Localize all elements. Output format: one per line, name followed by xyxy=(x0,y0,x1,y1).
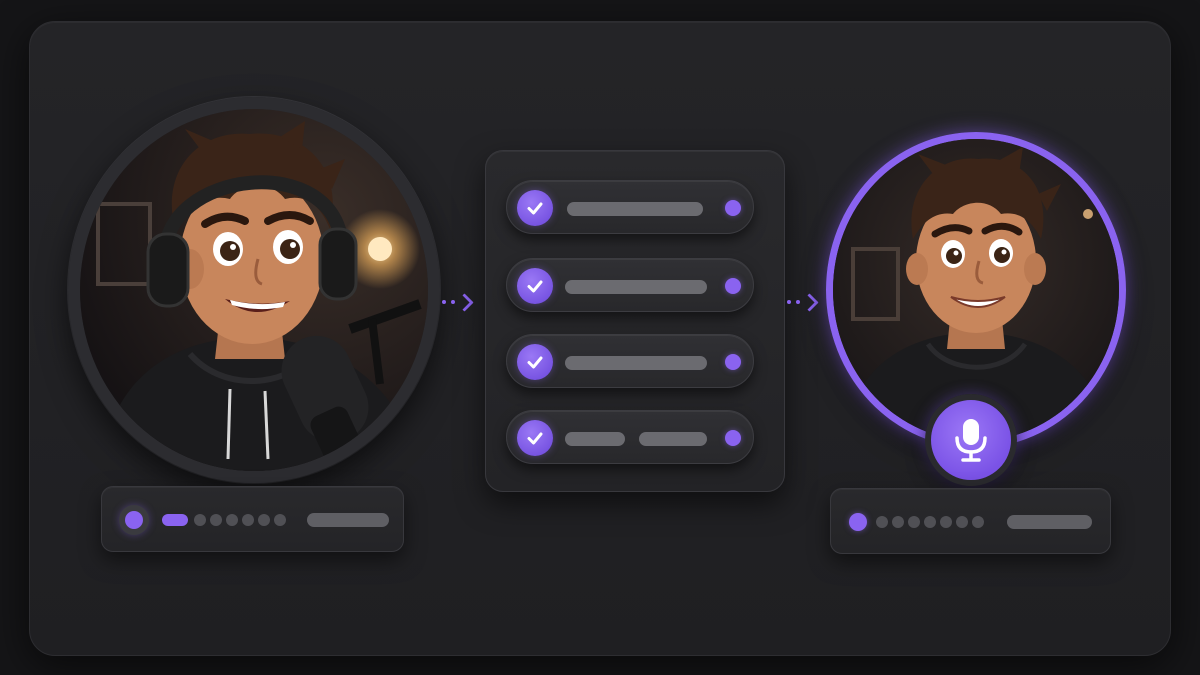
status-dot xyxy=(725,430,741,446)
progress-step xyxy=(242,514,254,526)
status-dot xyxy=(725,354,741,370)
item-text-placeholder xyxy=(565,280,707,294)
item-text-placeholder xyxy=(565,432,625,446)
progress-step xyxy=(274,514,286,526)
checkmark-icon xyxy=(517,344,553,380)
microphone-icon xyxy=(955,419,987,462)
status-label-placeholder xyxy=(1007,515,1092,529)
status-indicator xyxy=(849,513,867,531)
podcaster-illustration xyxy=(80,109,428,471)
progress-step xyxy=(940,516,952,528)
status-label-placeholder xyxy=(307,513,389,527)
arrow-right-icon xyxy=(442,292,474,312)
arrow-right-icon xyxy=(787,292,819,312)
source-status-card xyxy=(101,486,404,552)
progress-step xyxy=(908,516,920,528)
checklist-item[interactable] xyxy=(506,334,754,388)
checklist-item[interactable] xyxy=(506,410,754,464)
progress-step xyxy=(258,514,270,526)
microphone-button[interactable] xyxy=(925,394,1017,486)
progress-step xyxy=(226,514,238,526)
progress-step xyxy=(972,516,984,528)
progress-step xyxy=(876,516,888,528)
source-avatar[interactable] xyxy=(68,97,440,483)
item-text-placeholder xyxy=(565,356,707,370)
checklist-item[interactable] xyxy=(506,180,754,234)
progress-step xyxy=(892,516,904,528)
status-indicator xyxy=(119,505,149,535)
progress-step xyxy=(924,516,936,528)
checklist-card xyxy=(485,150,785,492)
status-dot xyxy=(725,200,741,216)
checkmark-icon xyxy=(517,268,553,304)
item-text-placeholder xyxy=(567,202,703,216)
target-status-card xyxy=(830,488,1111,554)
checkmark-icon xyxy=(517,420,553,456)
progress-step xyxy=(210,514,222,526)
progress-step xyxy=(194,514,206,526)
progress-step-active xyxy=(162,514,188,526)
item-text-placeholder xyxy=(639,432,707,446)
status-dot xyxy=(725,278,741,294)
checklist-item[interactable] xyxy=(506,258,754,312)
progress-step xyxy=(956,516,968,528)
checkmark-icon xyxy=(517,190,553,226)
